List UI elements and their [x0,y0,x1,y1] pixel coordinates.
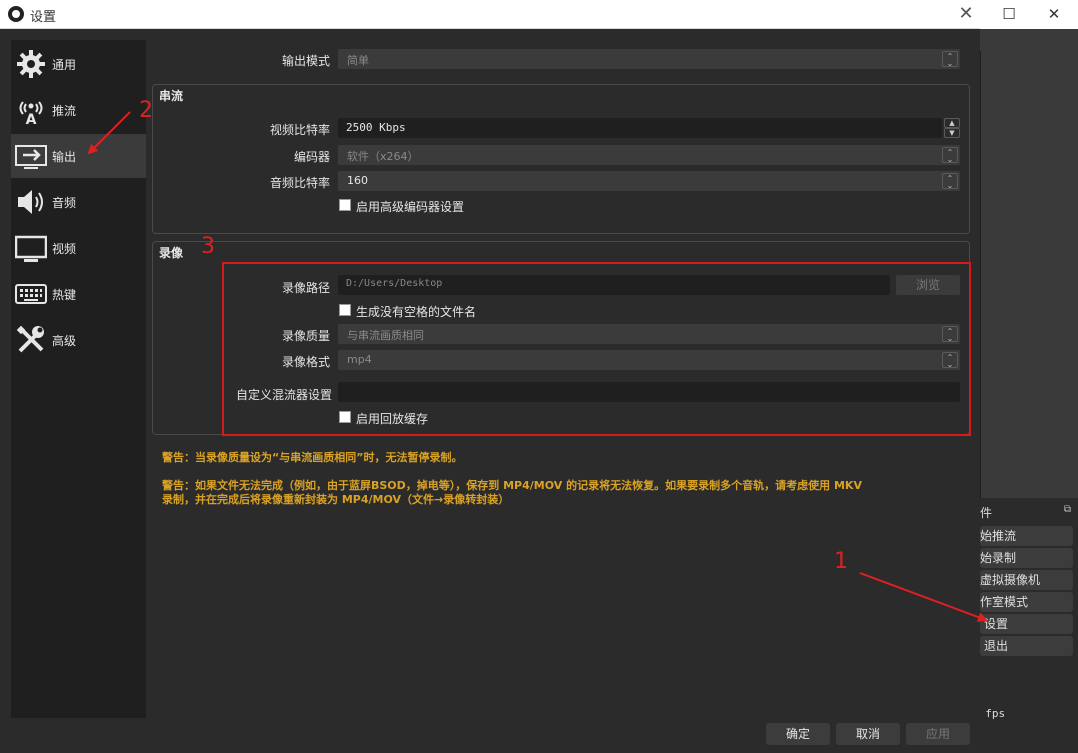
video-bitrate-label: 视频比特率 [269,123,330,137]
dock-title: 控件 [980,506,993,520]
spin-up-icon[interactable]: ▲ [944,118,960,128]
annotation-number-1: 1 [834,549,848,574]
warning-recovery-text-line2: 录制，并在完成后将录像重新封装为 MP4/MOV（文件→录像转封装） [162,493,510,506]
close-icon[interactable]: ✕ [1042,4,1066,24]
sidebar-item-label: 通用 [52,58,77,72]
sidebar-item-label: 高级 [52,334,77,348]
sidebar-item-video[interactable]: 视频 [11,226,146,270]
encoder-select[interactable]: 软件（x264） ⌃ ⌄ [338,145,960,165]
sidebar-item-advanced[interactable]: 高级 [11,318,146,362]
svg-text:A: A [26,112,37,126]
monitor-icon [15,235,47,262]
cancel-button[interactable]: 取消 [836,723,900,745]
menu-strip [980,29,1078,51]
apply-button[interactable]: 应用 [906,723,970,745]
audio-bitrate-value: 160 [347,174,368,187]
close-icon[interactable]: ✕ [956,3,976,25]
settings-button[interactable]: 设置 [980,614,1073,634]
main-window-titlebar: ☐ ✕ [980,0,1078,29]
advanced-encoder-label: 启用高级编码器设置 [356,200,465,214]
output-mode-value: 简单 [347,54,369,67]
sidebar-item-output[interactable]: 输出 [11,134,146,178]
keyboard-icon [15,284,47,304]
chevron-updown-icon: ⌃ ⌄ [942,173,958,190]
sidebar-item-label: 音频 [52,196,77,210]
controls-dock-header: 控件 ⧉ [980,504,1075,520]
annotation-number-3: 3 [201,234,215,259]
output-mode-label: 输出模式 [281,54,330,68]
gear-icon [17,50,45,78]
dialog-titlebar: 设置 ✕ [0,0,980,29]
maximize-icon[interactable]: ☐ [997,4,1021,24]
sidebar-item-label: 视频 [52,242,77,256]
audio-bitrate-select[interactable]: 160 ⌃ ⌄ [338,171,960,191]
audio-bitrate-label: 音频比特率 [269,176,330,190]
virtual-camera-button[interactable]: 启动虚拟摄像机 [980,570,1073,590]
broadcast-icon: A [19,101,43,126]
sidebar-item-audio[interactable]: 音频 [11,180,146,224]
ok-button[interactable]: 确定 [766,723,830,745]
preview-area [980,51,1078,498]
output-mode-select[interactable]: 简单 ⌃ ⌄ [338,49,960,69]
output-icon [15,145,47,169]
sidebar-item-label: 热键 [52,288,77,302]
sidebar-item-general[interactable]: 通用 [11,42,146,86]
spin-down-icon[interactable]: ▼ [944,128,960,138]
encoder-value: 软件（x264） [347,150,419,163]
settings-sidebar: 通用 A 推流 输出 音频 视频 热键 高级 [11,40,146,718]
chevron-updown-icon: ⌃ ⌄ [942,147,958,164]
video-bitrate-value: 2500 Kbps [346,121,406,134]
start-streaming-button[interactable]: 开始推流 [980,526,1073,546]
warning-recovery-text-line1: 警告：如果文件无法完成（例如，由于蓝屏BSOD，掉电等），保存到 MP4/MOV… [162,479,862,492]
dock-float-icon[interactable]: ⧉ [1064,504,1071,515]
obs-logo-icon [8,6,24,22]
tools-icon [16,325,44,353]
speaker-icon [18,190,43,214]
encoder-label: 编码器 [293,150,330,164]
sidebar-item-hotkeys[interactable]: 热键 [11,272,146,316]
annotation-number-2: 2 [139,98,153,123]
studio-mode-button[interactable]: 工作室模式 [980,592,1073,612]
advanced-encoder-checkbox[interactable] [339,199,351,211]
sidebar-item-label: 推流 [52,104,77,118]
sidebar-item-stream[interactable]: A 推流 [11,88,146,132]
dialog-title: 设置 [30,10,57,25]
controls-dock: 控件 ⧉ 开始推流 开始录制 启动虚拟摄像机 工作室模式 设置 退出 0 fps [972,498,1078,753]
start-recording-button[interactable]: 开始录制 [980,548,1073,568]
sidebar-item-label: 输出 [52,150,77,164]
chevron-updown-icon: ⌃ ⌄ [942,51,958,68]
warning-pause-text: 警告：当录像质量设为“与串流画质相同”时，无法暂停录制。 [162,451,463,464]
annotation-box-recording [222,262,971,436]
exit-button[interactable]: 退出 [980,636,1073,656]
obs-main-window: ☐ ✕ 控件 ⧉ 开始推流 开始录制 启动虚拟摄像机 工作室模式 设置 退出 0… [972,0,1078,753]
video-bitrate-input[interactable]: 2500 Kbps [338,118,942,138]
streaming-group-title: 串流 [159,89,184,103]
video-bitrate-spinner[interactable]: ▲ ▼ [944,118,960,138]
recording-group-title: 录像 [159,246,184,260]
